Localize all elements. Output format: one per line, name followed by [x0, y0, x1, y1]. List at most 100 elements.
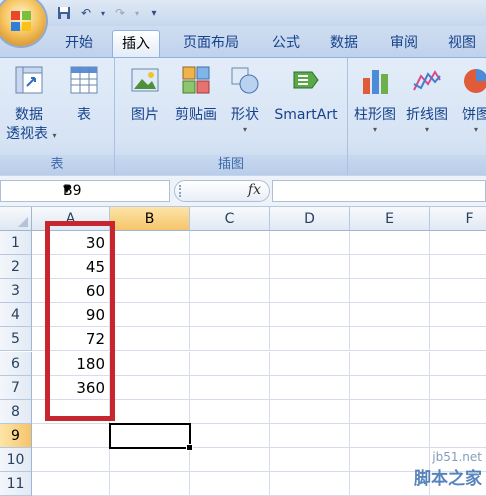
cell-e3[interactable] [350, 279, 430, 304]
cell-c10[interactable] [190, 447, 270, 472]
picture-button[interactable]: 图片 [125, 64, 165, 125]
cell-c1[interactable] [190, 231, 270, 256]
cell-a10[interactable] [32, 447, 110, 472]
cell-b4[interactable] [110, 303, 190, 328]
cell-d4[interactable] [270, 303, 350, 328]
resize-grip-icon[interactable] [179, 185, 187, 197]
cell-e2[interactable] [350, 255, 430, 280]
shapes-button[interactable]: 形状 ▾ [225, 64, 265, 134]
redo-icon[interactable]: ↷ [110, 4, 130, 22]
cell-f4[interactable] [430, 303, 486, 328]
cell-d7[interactable] [270, 375, 350, 400]
column-header-e[interactable]: E [350, 207, 430, 231]
row-header-9[interactable]: 9 [0, 423, 32, 448]
cell-c4[interactable] [190, 303, 270, 328]
cell-b10[interactable] [110, 447, 190, 472]
cell-b8[interactable] [110, 399, 190, 424]
cell-c7[interactable] [190, 375, 270, 400]
tab-review[interactable]: 审阅 [384, 30, 424, 56]
clipart-button[interactable]: 剪贴画 [171, 64, 221, 125]
cell-a9[interactable] [32, 423, 110, 448]
cell-c11[interactable] [190, 472, 270, 496]
undo-icon[interactable]: ↶ [76, 4, 96, 22]
row-header-1[interactable]: 1 [0, 231, 32, 256]
cell-e1[interactable] [350, 231, 430, 256]
cell-f3[interactable] [430, 279, 486, 304]
pie-chart-button[interactable]: 饼图 ▾ [456, 64, 486, 134]
cell-f2[interactable] [430, 255, 486, 280]
watermark-site: jb51.net [432, 450, 482, 464]
select-all-button[interactable] [0, 207, 32, 231]
formula-input[interactable] [272, 180, 486, 202]
cell-a11[interactable] [32, 472, 110, 496]
column-chart-button[interactable]: 柱形图 ▾ [352, 64, 398, 134]
customize-toolbar-icon[interactable]: ▾ [144, 4, 164, 22]
row-header-7[interactable]: 7 [0, 375, 32, 400]
cell-f1[interactable] [430, 231, 486, 256]
tab-formulas[interactable]: 公式 [266, 30, 306, 56]
cell-d3[interactable] [270, 279, 350, 304]
cell-d11[interactable] [270, 472, 350, 496]
row-header-3[interactable]: 3 [0, 279, 32, 304]
cell-c3[interactable] [190, 279, 270, 304]
tab-insert[interactable]: 插入 [112, 30, 160, 57]
tab-page-layout[interactable]: 页面布局 [178, 30, 244, 56]
column-header-d[interactable]: D [270, 207, 350, 231]
cell-c8[interactable] [190, 399, 270, 424]
cell-b11[interactable] [110, 472, 190, 496]
cell-d10[interactable] [270, 447, 350, 472]
smartart-button[interactable]: SmartArt [269, 64, 343, 125]
cell-f7[interactable] [430, 376, 486, 400]
cell-d1[interactable] [270, 231, 350, 256]
cell-b1[interactable] [110, 231, 190, 256]
column-header-f[interactable]: F [430, 207, 486, 231]
cell-b2[interactable] [110, 255, 190, 280]
tab-data[interactable]: 数据 [324, 30, 364, 56]
row-header-8[interactable]: 8 [0, 399, 32, 424]
tab-view[interactable]: 视图 [442, 30, 482, 56]
fx-button[interactable]: fx [174, 180, 270, 202]
cell-c9[interactable] [190, 423, 270, 448]
cell-c6[interactable] [190, 351, 270, 376]
undo-dropdown-icon[interactable]: ▾ [98, 4, 108, 22]
cell-b7[interactable] [110, 375, 190, 400]
cell-e7[interactable] [350, 375, 430, 400]
cell-c2[interactable] [190, 255, 270, 280]
row-header-6[interactable]: 6 [0, 351, 32, 376]
column-header-b[interactable]: B [110, 207, 190, 231]
cell-b5[interactable] [110, 327, 190, 352]
redo-dropdown-icon[interactable]: ▾ [132, 4, 142, 22]
tab-home[interactable]: 开始 [60, 30, 98, 56]
line-chart-button[interactable]: 折线图 ▾ [404, 64, 450, 134]
cell-f5[interactable] [430, 327, 486, 352]
name-box[interactable]: B9 ▼ [0, 180, 170, 202]
cell-d5[interactable] [270, 327, 350, 352]
save-icon[interactable] [54, 4, 74, 22]
fill-handle[interactable] [186, 443, 193, 451]
row-header-2[interactable]: 2 [0, 255, 32, 280]
watermark: jb51.net 脚本之家 [414, 450, 482, 489]
row-header-5[interactable]: 5 [0, 327, 32, 352]
column-header-c[interactable]: C [190, 207, 270, 231]
pivot-table-button[interactable]: 数据 透视表 ▾ [6, 64, 56, 145]
cell-f9[interactable] [430, 424, 486, 448]
cell-d2[interactable] [270, 255, 350, 280]
chevron-down-icon[interactable]: ▼ [63, 184, 165, 195]
cell-c5[interactable] [190, 327, 270, 352]
cell-f8[interactable] [430, 400, 486, 424]
cell-d6[interactable] [270, 351, 350, 376]
cell-e6[interactable] [350, 351, 430, 376]
row-header-4[interactable]: 4 [0, 303, 32, 328]
cell-b6[interactable] [110, 351, 190, 376]
cell-d9[interactable] [270, 423, 350, 448]
cell-f6[interactable] [430, 352, 486, 376]
cell-e4[interactable] [350, 303, 430, 328]
cell-b3[interactable] [110, 279, 190, 304]
row-header-11[interactable]: 11 [0, 472, 32, 496]
table-button[interactable]: 表 [64, 64, 104, 125]
cell-e9[interactable] [350, 423, 430, 448]
cell-e8[interactable] [350, 399, 430, 424]
row-header-10[interactable]: 10 [0, 447, 32, 472]
cell-d8[interactable] [270, 399, 350, 424]
cell-e5[interactable] [350, 327, 430, 352]
